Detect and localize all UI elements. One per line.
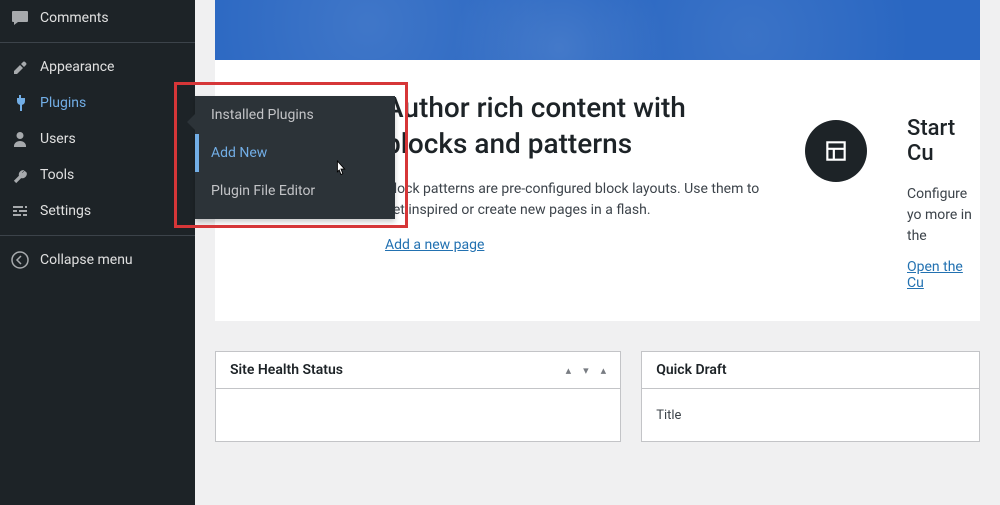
open-customizer-link[interactable]: Open the Cu	[907, 259, 963, 291]
flyout-item-label: Installed Plugins	[211, 107, 314, 123]
content-body: Block patterns are pre-configured block …	[385, 179, 765, 221]
plug-icon	[10, 93, 30, 113]
panel-quick-draft: Quick Draft Title	[641, 351, 980, 442]
sliders-icon	[10, 201, 30, 221]
wrench-icon	[10, 165, 30, 185]
sidebar-item-plugins[interactable]: Plugins	[0, 85, 195, 121]
sidebar-item-users[interactable]: Users	[0, 121, 195, 157]
panel-title: Site Health Status	[230, 362, 343, 378]
draft-title-label: Title	[656, 408, 681, 423]
sidebar-item-label: Comments	[40, 10, 109, 26]
comment-icon	[10, 8, 30, 28]
plugins-flyout: Installed Plugins Add New Plugin File Ed…	[195, 96, 395, 219]
layout-icon	[823, 138, 849, 164]
sidebar-item-label: Appearance	[40, 59, 114, 75]
layout-round-icon	[805, 120, 867, 182]
flyout-installed-plugins[interactable]: Installed Plugins	[195, 96, 395, 134]
sidebar-item-settings[interactable]: Settings	[0, 193, 195, 229]
content-heading: Author rich content with blocks and patt…	[385, 90, 765, 163]
admin-sidebar: Comments Appearance Plugins Users Tools …	[0, 0, 195, 505]
sidebar-item-label: Users	[40, 131, 76, 147]
sidebar-item-label: Plugins	[40, 95, 86, 111]
customize-body: Configure yo more in the	[907, 184, 980, 247]
flyout-item-label: Plugin File Editor	[211, 183, 315, 199]
sidebar-item-tools[interactable]: Tools	[0, 157, 195, 193]
main-area: Author rich content with blocks and patt…	[195, 0, 1000, 505]
panel-move-up-icon[interactable]: ▴	[566, 364, 572, 377]
sidebar-item-appearance[interactable]: Appearance	[0, 49, 195, 85]
sidebar-item-comments[interactable]: Comments	[0, 0, 195, 36]
panel-toggle-icon[interactable]: ▴	[601, 364, 607, 377]
user-icon	[10, 129, 30, 149]
sidebar-collapse[interactable]: Collapse menu	[0, 242, 195, 278]
sidebar-item-label: Collapse menu	[40, 252, 133, 268]
welcome-banner	[215, 0, 980, 60]
collapse-icon	[10, 250, 30, 270]
panel-site-health: Site Health Status ▴ ▾ ▴	[215, 351, 621, 442]
sidebar-item-label: Settings	[40, 203, 91, 219]
flyout-add-new[interactable]: Add New	[195, 134, 395, 172]
panel-move-down-icon[interactable]: ▾	[583, 364, 589, 377]
panel-title: Quick Draft	[656, 362, 726, 378]
add-new-page-link[interactable]: Add a new page	[385, 237, 484, 253]
brush-icon	[10, 57, 30, 77]
sidebar-item-label: Tools	[40, 167, 74, 183]
flyout-item-label: Add New	[211, 145, 267, 161]
flyout-plugin-file-editor[interactable]: Plugin File Editor	[195, 172, 395, 210]
customize-heading: Start Cu	[907, 116, 980, 166]
